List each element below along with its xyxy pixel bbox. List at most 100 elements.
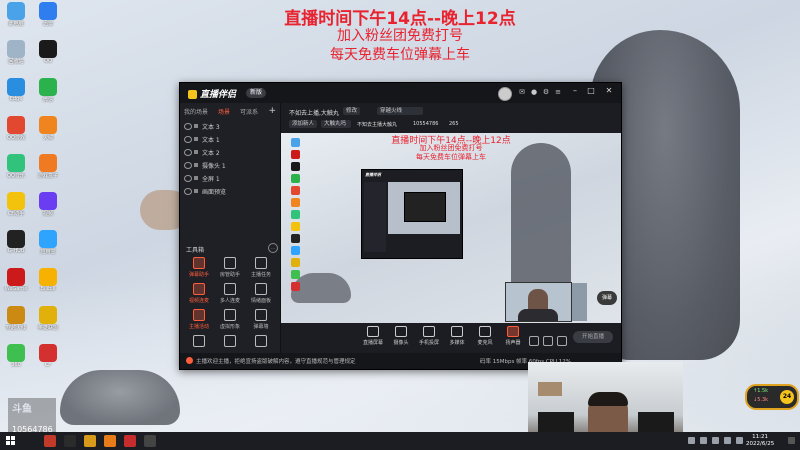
danmaku-badge[interactable]: 弹幕 [597, 291, 617, 305]
taskbar-app-icon[interactable] [104, 435, 116, 447]
notification-icon[interactable] [788, 437, 795, 444]
control-button[interactable]: 麦克风 [471, 326, 499, 346]
eye-icon[interactable] [184, 149, 192, 156]
toolbox-item[interactable] [184, 335, 214, 349]
desktop-icon[interactable]: 应用宝 [34, 230, 62, 255]
volume-icon[interactable] [724, 437, 731, 444]
toolbox-item[interactable] [215, 335, 245, 349]
clock[interactable]: 11:21 2022/6/25 [746, 434, 774, 448]
desktop-icon[interactable]: QQ游戏 [2, 116, 30, 141]
category-select[interactable]: 穿越火线 [377, 107, 423, 115]
network-speed-widget[interactable]: ↑1.5k ↓5.3k 24 [745, 384, 799, 410]
taskbar-app-icon[interactable] [144, 435, 156, 447]
eye-icon[interactable] [184, 162, 192, 169]
desktop-icon-label: CF [44, 362, 52, 368]
source-item[interactable]: 全屏 1 [184, 173, 276, 185]
tab-sub[interactable]: 可派系 [240, 107, 258, 116]
control-button[interactable]: 扬声器 [499, 326, 527, 346]
preview-app-icon [290, 270, 300, 279]
eye-icon[interactable] [184, 188, 192, 195]
desktop-icon[interactable]: 迅雷 [34, 2, 62, 27]
source-item[interactable]: 文本 1 [184, 134, 276, 146]
toolbox-item[interactable]: 情绪面板 [246, 283, 276, 304]
camera-toggle-icon[interactable] [529, 336, 539, 346]
toolbox-item[interactable]: 虚拟形象 [215, 309, 245, 330]
taskbar-app-icon[interactable] [84, 435, 96, 447]
toolbox-item[interactable]: 主播活动 [184, 309, 214, 330]
desktop-icon[interactable]: 视频 [34, 192, 62, 217]
desktop-icon[interactable]: 火绒 [34, 116, 62, 141]
shield-icon[interactable] [688, 437, 695, 444]
nested-left-panel [364, 182, 386, 252]
toolbox-item[interactable]: 弹幕墙 [246, 309, 276, 330]
source-item[interactable]: 文本 2 [184, 147, 276, 159]
app-icon [39, 116, 57, 134]
menu-icon[interactable]: ≡ [554, 88, 562, 96]
desktop-icon[interactable]: 英雄联盟 [34, 306, 62, 331]
control-button[interactable]: 直播屏幕 [359, 326, 387, 346]
tray-chevron-icon[interactable] [700, 437, 707, 444]
toolbox-item[interactable]: 房管助手 [215, 257, 245, 278]
eye-icon[interactable] [184, 123, 192, 130]
desktop-icon[interactable]: CF [34, 344, 62, 368]
minimize-icon[interactable]: – [570, 86, 580, 98]
desktop-icon[interactable]: Bilibili [34, 268, 62, 292]
taskbar-app-icon[interactable] [64, 435, 76, 447]
windows-start-icon[interactable] [6, 436, 16, 446]
tab-my-scenes[interactable]: 我的场景 [184, 107, 208, 116]
live-companion-window: 直播伴侣 新版 ✉ ● ⚙ ≡ – □ ✕ 我的场景 场景 可派系 + 文本 3… [179, 82, 622, 370]
record-icon[interactable]: ● [530, 88, 538, 96]
desktop-icon[interactable]: 游戏盒子 [34, 154, 62, 179]
desktop-icon[interactable]: WeGame [2, 268, 30, 292]
toolbox-item[interactable] [246, 335, 276, 349]
toolbox-item[interactable]: 弹幕助手 [184, 257, 214, 278]
source-item[interactable]: 摄像头 1 [184, 160, 276, 172]
eye-icon[interactable] [543, 336, 553, 346]
eye-icon[interactable] [184, 175, 192, 182]
toolbox-item[interactable]: 主播任务 [246, 257, 276, 278]
edit-title-button[interactable]: 修改 [343, 107, 361, 115]
tag-chip[interactable]: 大触丸吗 [321, 120, 351, 128]
control-button[interactable]: 摄像头 [387, 326, 415, 346]
desktop-icon[interactable]: QQ音乐 [2, 154, 30, 179]
source-item[interactable]: 文本 3 [184, 121, 276, 133]
avatar[interactable] [498, 87, 512, 101]
add-source-icon[interactable]: + [268, 106, 276, 116]
network-icon[interactable] [712, 437, 719, 444]
message-icon[interactable]: ✉ [518, 88, 526, 96]
lock-icon[interactable] [194, 124, 198, 128]
toolbox-item[interactable]: 多人连麦 [215, 283, 245, 304]
taskbar-app-icon[interactable] [124, 435, 136, 447]
desktop-icon[interactable]: Edge [2, 78, 30, 102]
desktop-icon[interactable]: 回收站 [2, 40, 30, 65]
gear-icon[interactable] [557, 336, 567, 346]
settings-icon[interactable]: ⚙ [542, 88, 550, 96]
lock-icon[interactable] [194, 189, 198, 193]
taskbar-app-icon[interactable] [44, 435, 56, 447]
control-button[interactable]: 多媒体 [443, 326, 471, 346]
desktop-icon[interactable]: QQ [34, 40, 62, 64]
desktop-icon[interactable]: G-HUB [2, 230, 30, 254]
lock-icon[interactable] [194, 137, 198, 141]
close-icon[interactable]: ✕ [604, 86, 614, 98]
control-button[interactable]: 手机投屏 [415, 326, 443, 346]
desktop-icon[interactable]: 微信 [34, 78, 62, 103]
more-icon[interactable]: … [268, 243, 278, 253]
toolbox-item[interactable]: 视频连麦 [184, 283, 214, 304]
desktop-icon[interactable]: 此电脑 [2, 2, 30, 27]
desktop-icon[interactable]: 360 [2, 344, 30, 368]
add-newbie-chip[interactable]: 添加新人 [289, 120, 318, 128]
maximize-icon[interactable]: □ [586, 86, 596, 98]
lock-icon[interactable] [194, 150, 198, 154]
source-item[interactable]: 画面预览 [184, 186, 276, 198]
version-button[interactable]: 新版 [246, 88, 267, 98]
tab-scene[interactable]: 场景 [218, 107, 230, 116]
eye-icon[interactable] [184, 136, 192, 143]
taskbar: 11:21 2022/6/25 [0, 432, 800, 450]
ime-icon[interactable] [736, 437, 743, 444]
start-live-button[interactable]: 开始直播 [573, 331, 613, 343]
desktop-icon[interactable]: CF助手 [2, 192, 30, 217]
lock-icon[interactable] [194, 163, 198, 167]
desktop-icon[interactable]: 穿越火线 [2, 306, 30, 331]
lock-icon[interactable] [194, 176, 198, 180]
